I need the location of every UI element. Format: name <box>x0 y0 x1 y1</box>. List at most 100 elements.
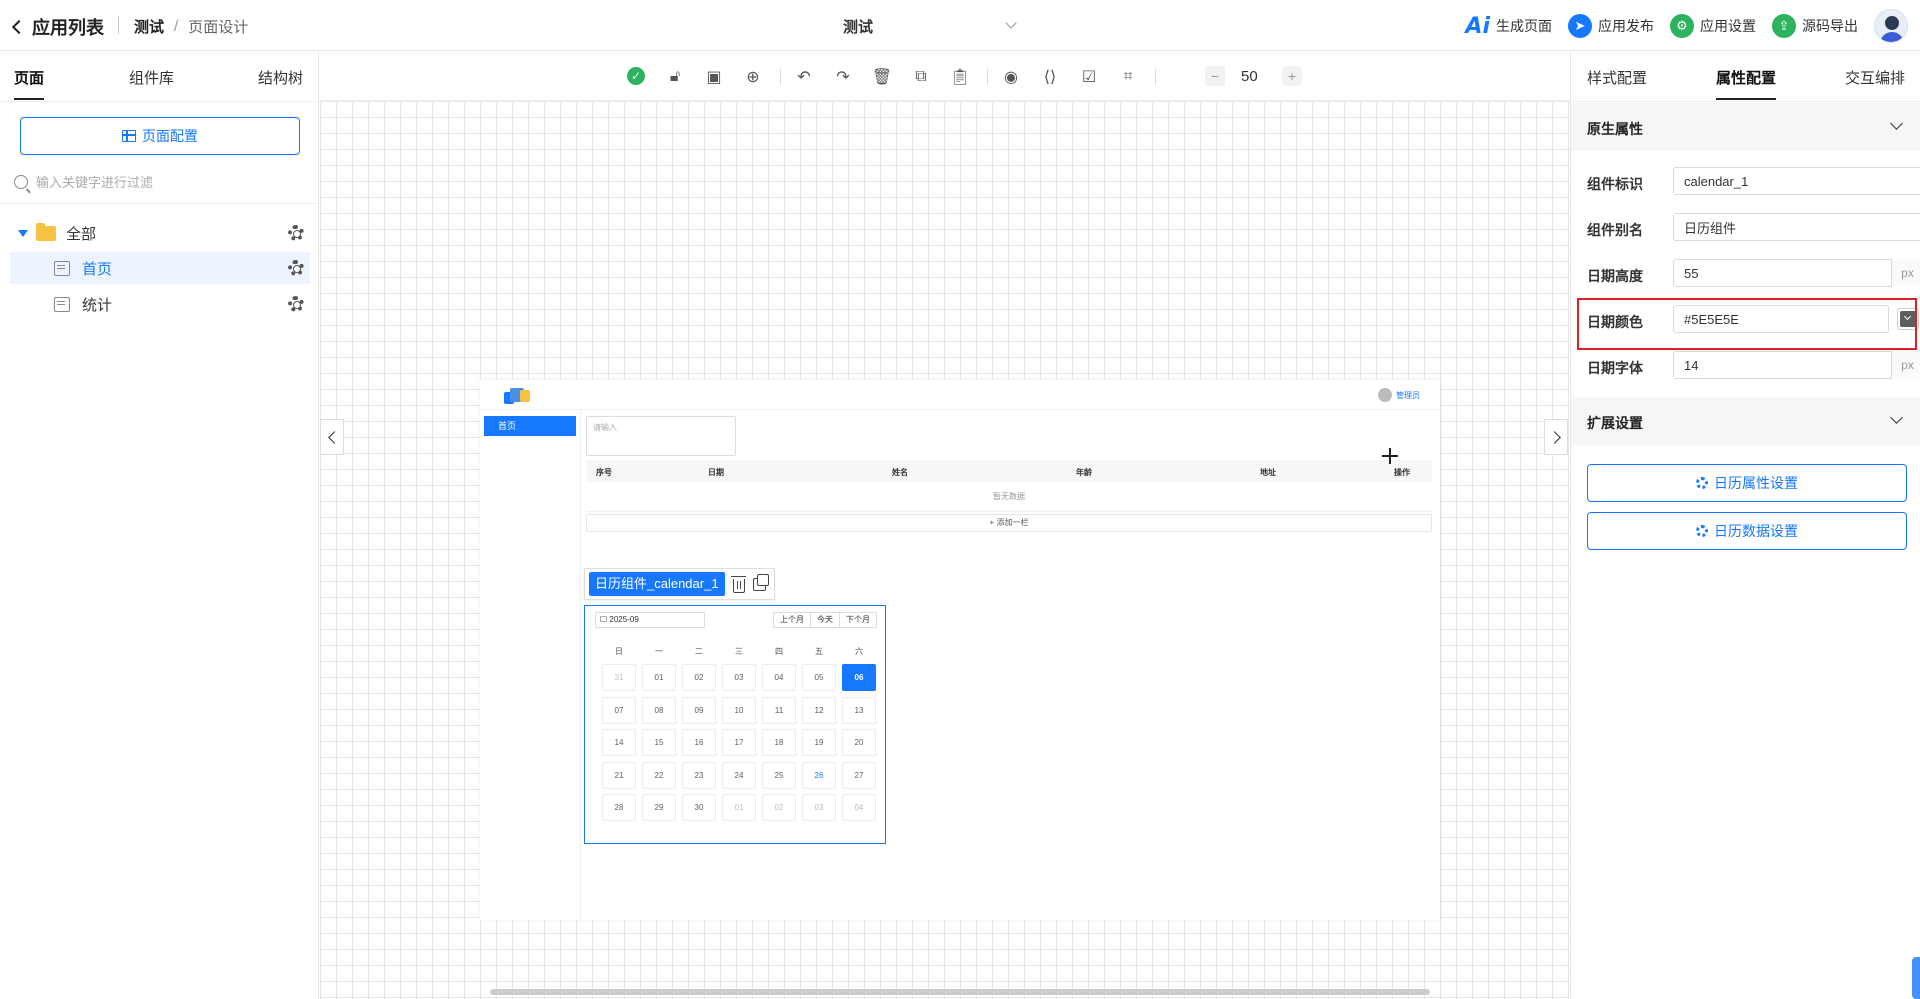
breadcrumb-app[interactable]: 测试 <box>134 16 164 37</box>
tab-components[interactable]: 组件库 <box>129 67 174 88</box>
validate-button[interactable]: ✓ <box>626 66 646 86</box>
gear-icon[interactable] <box>288 296 304 312</box>
crosshair-icon[interactable]: ⊕ <box>743 66 763 86</box>
gear-icon[interactable] <box>288 225 304 241</box>
calendar-day-cell[interactable]: 21 <box>602 761 636 789</box>
calendar-day-cell[interactable]: 29 <box>642 794 676 821</box>
calendar-day-cell[interactable]: 06 <box>842 664 876 691</box>
preview-menu-item-home[interactable]: 首页 <box>484 416 576 436</box>
component-name-tag[interactable]: 日历组件_calendar_1 <box>589 572 725 596</box>
calendar-day-cell[interactable]: 02 <box>762 794 796 821</box>
preview-input[interactable]: 请输入 <box>586 416 736 456</box>
trash-icon[interactable] <box>730 575 746 593</box>
next-month-button[interactable]: 下个月 <box>840 612 877 628</box>
calendar-day-cell[interactable]: 31 <box>602 664 636 691</box>
collapse-left-button[interactable] <box>320 419 344 455</box>
calendar-day-cell[interactable]: 19 <box>802 729 836 756</box>
calendar-day-cell[interactable]: 20 <box>842 729 876 756</box>
calendar-day-cell[interactable]: 11 <box>762 696 796 724</box>
gear-icon[interactable] <box>288 260 304 276</box>
calendar-day-cell[interactable]: 02 <box>682 664 716 691</box>
calendar-day-cell[interactable]: 17 <box>722 729 756 756</box>
unlock-icon[interactable]: 🔓︎ <box>665 66 685 86</box>
tree-filter-input[interactable] <box>36 174 276 190</box>
zoom-in-button[interactable]: + <box>1282 66 1302 86</box>
zoom-out-button[interactable]: − <box>1205 66 1225 86</box>
section-native-props[interactable]: 原生属性 <box>1571 103 1920 151</box>
calendar-day-cell[interactable]: 23 <box>682 761 716 789</box>
publish-app-button[interactable]: ➤ 应用发布 <box>1568 14 1654 38</box>
prev-month-button[interactable]: 上个月 <box>773 612 811 628</box>
date-font-input[interactable] <box>1673 351 1920 379</box>
component-id-input[interactable] <box>1673 167 1920 195</box>
horizontal-scrollbar[interactable] <box>490 989 1430 995</box>
app-settings-button[interactable]: ⚙ 应用设置 <box>1670 14 1756 38</box>
copy-icon[interactable]: ⧉ <box>911 66 931 86</box>
calendar-day-cell[interactable]: 30 <box>682 794 716 821</box>
calendar-day-cell[interactable]: 09 <box>682 696 716 724</box>
copy-icon[interactable] <box>752 573 769 591</box>
calendar-day-cell[interactable]: 12 <box>802 696 836 724</box>
delete-icon[interactable]: 🗑︎ <box>872 66 892 86</box>
calendar-day-cell[interactable]: 13 <box>842 696 876 724</box>
calendar-day-cell[interactable]: 27 <box>842 761 876 789</box>
calendar-day-cell[interactable]: 05 <box>802 664 836 691</box>
today-button[interactable]: 今天 <box>811 612 840 628</box>
tab-pages[interactable]: 页面 <box>14 67 44 88</box>
tab-style-config[interactable]: 样式配置 <box>1587 67 1647 88</box>
tree-node-home[interactable]: 首页 <box>10 252 310 284</box>
preview-table[interactable]: 序号 日期 姓名 年龄 地址 操作 暂无数据 + 添加一栏 <box>586 460 1432 532</box>
chevron-down-icon[interactable] <box>1890 411 1903 424</box>
calendar-day-cell[interactable]: 22 <box>642 761 676 789</box>
calendar-day-cell[interactable]: 04 <box>762 664 796 691</box>
calendar-day-cell[interactable]: 03 <box>802 794 836 821</box>
save-icon[interactable]: ▣ <box>704 66 724 86</box>
calendar-month-picker[interactable]: ☐ 2025-09 <box>595 612 705 628</box>
paste-icon[interactable]: 📋︎ <box>950 66 970 86</box>
tab-structure-tree[interactable]: 结构树 <box>258 67 303 88</box>
tab-interaction[interactable]: 交互编排 <box>1845 67 1905 88</box>
calendar-day-cell[interactable]: 10 <box>722 696 756 724</box>
tab-property-config[interactable]: 属性配置 <box>1716 67 1776 88</box>
calendar-attr-settings-button[interactable]: 日历属性设置 <box>1587 464 1907 502</box>
calendar-data-settings-button[interactable]: 日历数据设置 <box>1587 512 1907 550</box>
code-icon[interactable]: ⟨⟩ <box>1040 66 1060 86</box>
date-height-input[interactable] <box>1673 259 1920 287</box>
avatar[interactable] <box>1874 9 1908 43</box>
calendar-day-cell[interactable]: 01 <box>642 664 676 691</box>
generate-page-button[interactable]: Ai 生成页面 <box>1465 14 1552 39</box>
calendar-day-cell[interactable]: 26 <box>802 761 836 789</box>
crop-icon[interactable]: ⌗ <box>1118 66 1138 86</box>
calendar-day-cell[interactable]: 01 <box>722 794 756 821</box>
tree-node-stats[interactable]: 统计 <box>10 288 310 320</box>
caret-down-icon[interactable] <box>18 229 28 237</box>
calendar-day-cell[interactable]: 24 <box>722 761 756 789</box>
calendar-day-cell[interactable]: 08 <box>642 696 676 724</box>
export-source-button[interactable]: ⇪ 源码导出 <box>1772 14 1858 38</box>
chevron-down-icon[interactable] <box>1890 117 1903 130</box>
preview-icon[interactable]: ◉ <box>1001 66 1021 86</box>
redo-icon[interactable]: ↷ <box>833 66 853 86</box>
calendar-component[interactable]: ☐ 2025-09 上个月 今天 下个月 日一二三四五六 31 01 02 03 04 0… <box>584 605 886 844</box>
add-column-button[interactable]: + 添加一栏 <box>586 514 1432 532</box>
calendar-day-cell[interactable]: 25 <box>762 761 796 789</box>
back-to-app-list[interactable]: 应用列表 <box>11 14 104 40</box>
calendar-day-cell[interactable]: 28 <box>602 794 636 821</box>
calendar-day-cell[interactable]: 16 <box>682 729 716 756</box>
preview-user[interactable]: 管理员 <box>1378 388 1420 402</box>
section-extension[interactable]: 扩展设置 <box>1571 397 1920 445</box>
tree-node-root[interactable]: 全部 <box>10 217 310 249</box>
calendar-day-cell[interactable]: 15 <box>642 729 676 756</box>
calendar-day-cell[interactable]: 04 <box>842 794 876 821</box>
chevron-down-icon[interactable] <box>1005 17 1017 29</box>
collapse-right-button[interactable] <box>1544 419 1568 455</box>
calendar-day-cell[interactable]: 07 <box>602 696 636 724</box>
undo-icon[interactable]: ↶ <box>794 66 814 86</box>
page-selector-title[interactable]: 测试 <box>843 16 873 37</box>
calendar-day-cell[interactable]: 03 <box>722 664 756 691</box>
vertical-scrollbar[interactable] <box>1912 957 1920 999</box>
calendar-day-cell[interactable]: 18 <box>762 729 796 756</box>
calendar-day-cell[interactable]: 14 <box>602 729 636 756</box>
document-check-icon[interactable]: ☑ <box>1079 66 1099 86</box>
component-alias-input[interactable] <box>1673 213 1920 241</box>
